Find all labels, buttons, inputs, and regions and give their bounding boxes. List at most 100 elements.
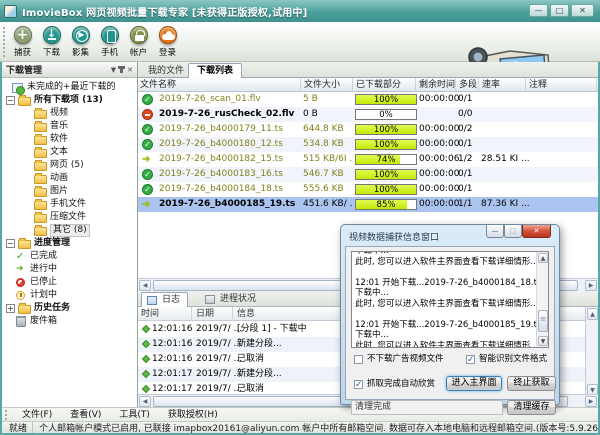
- dialog-maximize-icon[interactable]: □: [504, 225, 522, 238]
- remaining-time: 00:00:00: [419, 92, 459, 107]
- scroll-up-icon[interactable]: ▲: [538, 253, 548, 263]
- dialog-log-output[interactable]: 下载中... 此时, 您可以进入软件主界面查看下载详细情形... 12:01 开…: [351, 251, 549, 348]
- table-row[interactable]: 2019-7-26_scan_01.flv 5 B 100% 00:00:00 …: [138, 92, 598, 107]
- tree-item-text[interactable]: 文本: [2, 146, 137, 159]
- tree-item-other[interactable]: 其它 (8): [2, 224, 137, 237]
- scroll-left-icon[interactable]: ◀: [139, 396, 151, 407]
- table-row[interactable]: 2019-7-26_b4000180_12.ts 534.8 KB 100% 0…: [138, 137, 598, 152]
- clear-cache-button[interactable]: 清理缓存: [507, 400, 556, 415]
- tree-item-all-downloads[interactable]: − 所有下载项 (13): [2, 94, 137, 107]
- chevron-down-icon[interactable]: ▼: [111, 66, 116, 74]
- phone-button[interactable]: 手机: [95, 23, 124, 58]
- tree-item-webpage[interactable]: 网页 (5): [2, 159, 137, 172]
- scroll-right-icon[interactable]: ▶: [585, 280, 597, 291]
- tree-item-completed[interactable]: ✓ 已完成: [2, 250, 137, 263]
- panel-close-icon[interactable]: ✕: [127, 66, 133, 74]
- dialog-close-icon[interactable]: ✕: [522, 225, 551, 238]
- close-icon[interactable]: ✕: [571, 4, 594, 17]
- col-remaining[interactable]: 剩余时间: [417, 78, 456, 92]
- log-line: 下载中...: [355, 288, 534, 299]
- col-speed[interactable]: 速率: [480, 78, 526, 92]
- speed: 87.36 KI ...: [481, 197, 529, 212]
- account-button[interactable]: 帐户: [124, 23, 153, 58]
- col-segments[interactable]: 多段: [457, 78, 479, 92]
- menu-view[interactable]: 查看(V): [61, 408, 110, 422]
- log-bullet-icon: [142, 340, 150, 348]
- col-time[interactable]: 时间: [138, 307, 192, 321]
- scroll-down-icon[interactable]: ▼: [538, 336, 548, 346]
- scroll-right-icon[interactable]: ▶: [585, 396, 597, 407]
- checkbox-auto-view[interactable]: [354, 380, 363, 389]
- tree-item-scheduled[interactable]: 计划中: [2, 289, 137, 302]
- tree-item-music[interactable]: 音乐: [2, 120, 137, 133]
- tree-item-history[interactable]: + 历史任务: [2, 302, 137, 315]
- col-file-size[interactable]: 文件大小: [302, 78, 353, 92]
- scroll-thumb[interactable]: [538, 310, 548, 332]
- progress-bar: 0%: [355, 109, 417, 120]
- folder-icon: [18, 240, 31, 249]
- capture-button[interactable]: 捕获: [8, 23, 37, 58]
- status-downloading-icon: [142, 199, 153, 210]
- log-line: 12:01 开始下载...2019-7-26_b4000184_18.ts: [355, 278, 534, 289]
- login-button[interactable]: 登录: [153, 23, 182, 58]
- checkbox-smart-format[interactable]: [466, 355, 475, 364]
- table-row[interactable]: 2019-7-26_b4000179_11.ts 644.8 KB 100% 0…: [138, 122, 598, 137]
- col-file-name[interactable]: 文件名称: [138, 78, 301, 92]
- collapse-icon[interactable]: −: [6, 96, 15, 105]
- menu-license[interactable]: 获取授权(H): [159, 408, 227, 422]
- app-window: ImovieBox 网页视频批量下载专家 [未获得正版授权,试用中] — □ ✕…: [0, 0, 600, 435]
- tree-item-image[interactable]: 图片: [2, 185, 137, 198]
- status-message: 个人邮箱帐户模式已启用, 已联接 imapbox20161@aliyun.com…: [32, 421, 598, 433]
- download-manager-panel: 下载管理 ▼ ✕ 未完成的+最近下载的 − 所有下载项 (13) 视频: [2, 62, 138, 407]
- table-row[interactable]: 2019-7-26_b4000183_16.ts 546.7 KB 100% 0…: [138, 167, 598, 182]
- tab-log[interactable]: 日志: [141, 292, 188, 307]
- minimize-icon[interactable]: —: [529, 4, 548, 17]
- col-downloaded[interactable]: 已下载部分: [354, 78, 416, 92]
- maximize-icon[interactable]: □: [550, 4, 569, 17]
- expand-icon[interactable]: +: [6, 304, 15, 313]
- menubar-grip[interactable]: [5, 410, 7, 420]
- stop-capture-button[interactable]: 终止获取: [507, 376, 556, 391]
- album-button[interactable]: 影集: [66, 23, 95, 58]
- tree-item-video[interactable]: 视频: [2, 107, 137, 120]
- status-complete-icon: [142, 124, 153, 135]
- tree-item-in-progress[interactable]: ➔ 进行中: [2, 263, 137, 276]
- checkbox-no-ad-videos[interactable]: [354, 355, 363, 364]
- tree-item-trash[interactable]: 废件箱: [2, 315, 137, 328]
- file-name: 2019-7-26_b4000184_18.ts: [159, 182, 283, 197]
- pin-icon[interactable]: [120, 66, 123, 73]
- menu-file[interactable]: 文件(F): [13, 408, 61, 422]
- grid-icon: [205, 295, 215, 304]
- col-note[interactable]: 注释: [527, 78, 597, 92]
- progress-bar: 100%: [355, 139, 417, 150]
- table-row[interactable]: 2019-7-26_b4000182_15.ts 515 KB/6I ... 7…: [138, 152, 598, 167]
- tree-item-stopped[interactable]: 已停止: [2, 276, 137, 289]
- tab-my-files[interactable]: 我的文件: [140, 64, 192, 78]
- download-button[interactable]: 下载: [37, 23, 66, 58]
- scroll-up-icon[interactable]: ▲: [587, 308, 598, 320]
- tree-item-phone-files[interactable]: 手机文件: [2, 198, 137, 211]
- menu-tools[interactable]: 工具(T): [110, 408, 159, 422]
- tab-download-list[interactable]: 下载列表: [188, 63, 242, 79]
- enter-main-ui-button[interactable]: 进入主界面: [446, 376, 502, 391]
- speed: [481, 122, 529, 137]
- tree-item-archives[interactable]: 压缩文件: [2, 211, 137, 224]
- tab-process-status[interactable]: 进程状况: [200, 292, 263, 307]
- collapse-icon[interactable]: −: [6, 239, 15, 248]
- tree-item-progress-manage[interactable]: − 进度管理: [2, 237, 137, 250]
- tree-item-animation[interactable]: 动画: [2, 172, 137, 185]
- remaining-time: 00:00:00: [419, 122, 459, 137]
- log-vscrollbar[interactable]: ▲ ▼: [585, 307, 598, 397]
- table-row[interactable]: 2019-7-26_b4000184_18.ts 555.6 KB 100% 0…: [138, 182, 598, 197]
- dialog-vscrollbar[interactable]: ▲ ▼: [536, 252, 548, 347]
- tree-item-software[interactable]: 软件: [2, 133, 137, 146]
- scroll-left-icon[interactable]: ◀: [139, 280, 151, 291]
- table-row[interactable]: 2019-7-26_rusCheck_02.flv 0 B 0% 0/0: [138, 107, 598, 122]
- segments: 0/1: [458, 182, 482, 197]
- tree-item-recent[interactable]: 未完成的+最近下载的: [2, 81, 137, 94]
- table-row-selected[interactable]: 2019-7-26_b4000185_19.ts 451.6 KB/ ... 8…: [138, 197, 598, 212]
- toolbar-grip[interactable]: [3, 27, 5, 57]
- window-title: ImovieBox 网页视频批量下载专家 [未获得正版授权,试用中]: [22, 4, 307, 19]
- dialog-minimize-icon[interactable]: —: [486, 225, 504, 238]
- col-date[interactable]: 日期: [193, 307, 233, 321]
